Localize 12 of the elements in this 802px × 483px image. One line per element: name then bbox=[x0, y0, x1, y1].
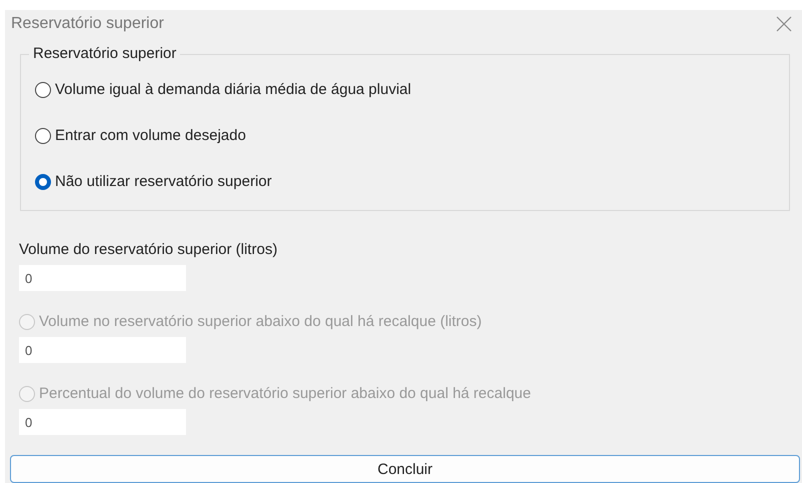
group-title: Reservatório superior bbox=[29, 45, 180, 62]
radio-label[interactable]: Não utilizar reservatório superior bbox=[55, 173, 272, 190]
input-field[interactable]: 0 bbox=[19, 265, 186, 291]
radio-label[interactable]: Volume igual à demanda diária média de água pluvial bbox=[55, 81, 412, 98]
window-title: Reservatório superior bbox=[11, 15, 164, 33]
radio-button[interactable] bbox=[35, 174, 51, 190]
field-label: Volume do reservatório superior (litros) bbox=[19, 241, 278, 258]
close-icon[interactable] bbox=[776, 16, 792, 32]
radio-button[interactable] bbox=[35, 128, 51, 144]
conclude-button[interactable]: Concluir bbox=[10, 455, 800, 483]
radio-label[interactable]: Entrar com volume desejado bbox=[55, 127, 246, 144]
radio-button[interactable] bbox=[35, 82, 51, 98]
